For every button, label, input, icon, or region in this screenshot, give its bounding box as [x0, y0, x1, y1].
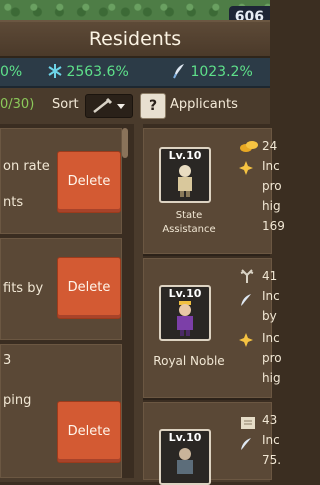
- stat-value-3: 1023.2%: [190, 64, 253, 80]
- resident-2-line-1: fits by: [3, 281, 44, 296]
- applicant-portrait: Lv.10: [159, 285, 211, 341]
- resident-3-line-1: 3: [3, 353, 12, 368]
- help-button[interactable]: ?: [140, 93, 166, 119]
- applicant-2-line-2: Inc: [262, 289, 280, 303]
- sparkle-icon: [239, 161, 253, 175]
- resident-3-line-3: ping: [3, 393, 32, 408]
- applicant-3-line-3: 75.: [262, 453, 282, 467]
- quill-icon: [241, 438, 251, 450]
- sort-label: Sort: [52, 97, 79, 112]
- sparkle-icon: [239, 333, 253, 347]
- applicants-list[interactable]: Lv.10 State Assistance 24 Inc pro hig 16…: [143, 124, 285, 485]
- stats-bar: 0% 2563.6% 1023.2%: [0, 58, 270, 88]
- coins-icon: [240, 141, 258, 152]
- character-sprite-icon: [178, 165, 192, 197]
- applicant-1-line-2: Inc: [262, 159, 280, 173]
- applicant-card-2[interactable]: Lv.10 Royal Noble 41 Inc by Inc pro hig: [143, 258, 282, 398]
- scroll-icon: [241, 417, 255, 429]
- delete-button[interactable]: Delete: [57, 257, 121, 319]
- divider: [143, 254, 270, 256]
- sort-dropdown[interactable]: [85, 94, 133, 118]
- applicant-2-line-3: by: [262, 309, 277, 323]
- applicant-1-line-1: 24: [262, 139, 278, 153]
- delete-button[interactable]: Delete: [57, 401, 121, 463]
- applicant-2-line-6: hig: [262, 371, 281, 385]
- quill-icon: [241, 294, 251, 306]
- character-sprite-icon: [177, 301, 193, 336]
- character-sprite-icon: [177, 448, 193, 474]
- applicant-role: State Assistance: [162, 210, 216, 235]
- stat-3: 1023.2%: [172, 58, 253, 86]
- resident-card-1: on rate nts Delete: [0, 128, 122, 234]
- snowflake-icon: [48, 64, 62, 78]
- applicant-portrait: Lv.10: [159, 147, 211, 203]
- quill-icon: [173, 64, 184, 79]
- applicant-1-line-4: hig: [262, 199, 281, 213]
- delete-button[interactable]: Delete: [57, 151, 121, 213]
- residents-scrollbar[interactable]: [122, 128, 128, 158]
- applicants-label: Applicants: [170, 97, 238, 112]
- applicant-3-line-2: Inc: [262, 433, 280, 447]
- applicant-2-line-1: 41: [262, 269, 278, 283]
- applicant-role: Royal Noble: [153, 354, 225, 368]
- applicant-card-1[interactable]: Lv.10 State Assistance 24 Inc pro hig 16…: [143, 128, 285, 254]
- controls-row: 0/30) Sort ? Applicants: [0, 90, 270, 120]
- resident-card-3: 3 ping Delete: [0, 344, 122, 478]
- resident-card-2: fits by Delete: [0, 238, 122, 340]
- sort-tool-icon: [93, 97, 125, 113]
- antlers-icon: [240, 269, 254, 283]
- applicant-1-line-3: pro: [262, 179, 282, 193]
- resident-1-line-1: on rate: [3, 159, 50, 174]
- resident-1-line-3: nts: [3, 195, 24, 210]
- applicant-1-line-5: 169: [262, 219, 285, 233]
- stat-2: 2563.6%: [48, 58, 129, 86]
- window-title: Residents: [0, 22, 270, 58]
- residents-list[interactable]: on rate nts Delete fits by Delete 3 ping…: [0, 124, 134, 478]
- applicant-2-line-5: pro: [262, 351, 282, 365]
- applicant-card-3[interactable]: Lv.10 43 Inc 75.: [143, 402, 281, 485]
- divider: [143, 398, 270, 400]
- applicant-portrait: Lv.10: [159, 429, 211, 485]
- applicant-3-line-1: 43: [262, 413, 278, 427]
- applicant-2-line-4: Inc: [262, 331, 280, 345]
- stat-percent-1: 0%: [0, 64, 23, 80]
- chevron-down-icon: [117, 104, 125, 109]
- resident-count: 0/30): [0, 97, 35, 112]
- stat-value-2: 2563.6%: [66, 64, 129, 80]
- residents-window: Residents 0% 2563.6% 1023.2% 0/30) Sort: [0, 20, 285, 485]
